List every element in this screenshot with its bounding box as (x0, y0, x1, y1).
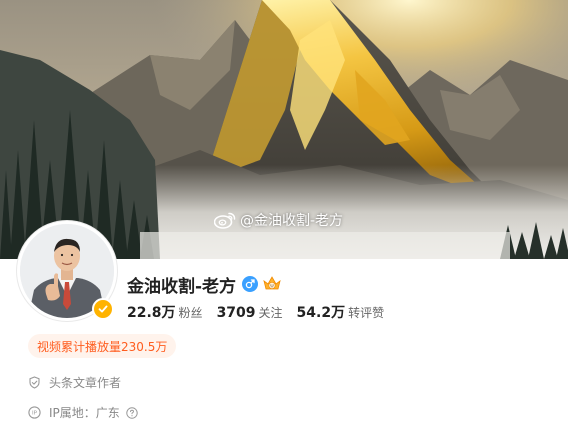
verified-badge-icon (92, 298, 114, 320)
stat-value: 22.8万 (127, 305, 176, 321)
stat-following[interactable]: 3709 关注 (217, 304, 283, 321)
shield-check-icon (29, 376, 40, 389)
weibo-logo-icon (214, 212, 236, 229)
profile-banner: @金油收割-老方 (0, 0, 568, 259)
ip-location-row: IP IP属地：广东 (28, 404, 138, 421)
crown-level-icon[interactable] (262, 275, 282, 293)
question-circle-icon[interactable] (126, 406, 138, 419)
ip-location-text: IP属地：广东 (49, 406, 120, 420)
ip-location-icon: IP (28, 406, 41, 419)
stat-reposts-likes[interactable]: 54.2万 转评赞 (297, 302, 385, 322)
stat-label: 粉丝 (178, 306, 203, 320)
video-play-count-badge: 视频累计播放量230.5万 (28, 334, 177, 358)
stat-value: 54.2万 (296, 305, 346, 321)
banner-watermark: @金油收割-老方 (214, 210, 343, 230)
author-role-row: 头条文章作者 (28, 374, 121, 391)
stat-label: 关注 (258, 306, 283, 320)
watermark-text: @金油收割-老方 (240, 213, 344, 229)
stat-value: 3709 (216, 305, 256, 321)
svg-text:IP: IP (32, 411, 38, 417)
profile-stats: 22.8万 粉丝 3709 关注 54.2万 转评赞 (127, 302, 398, 322)
stat-fans[interactable]: 22.8万 粉丝 (127, 302, 203, 322)
stat-label: 转评赞 (348, 306, 385, 320)
profile-name: 金油收割-老方 (127, 276, 237, 297)
profile-name-row: 金油收割-老方 (127, 272, 282, 297)
author-role-text: 头条文章作者 (49, 376, 122, 390)
male-icon (242, 276, 259, 292)
profile-page: @金油收割-老方 金油收割-老方 22.8万 粉丝 3709 关注 54.2万 … (0, 0, 568, 441)
